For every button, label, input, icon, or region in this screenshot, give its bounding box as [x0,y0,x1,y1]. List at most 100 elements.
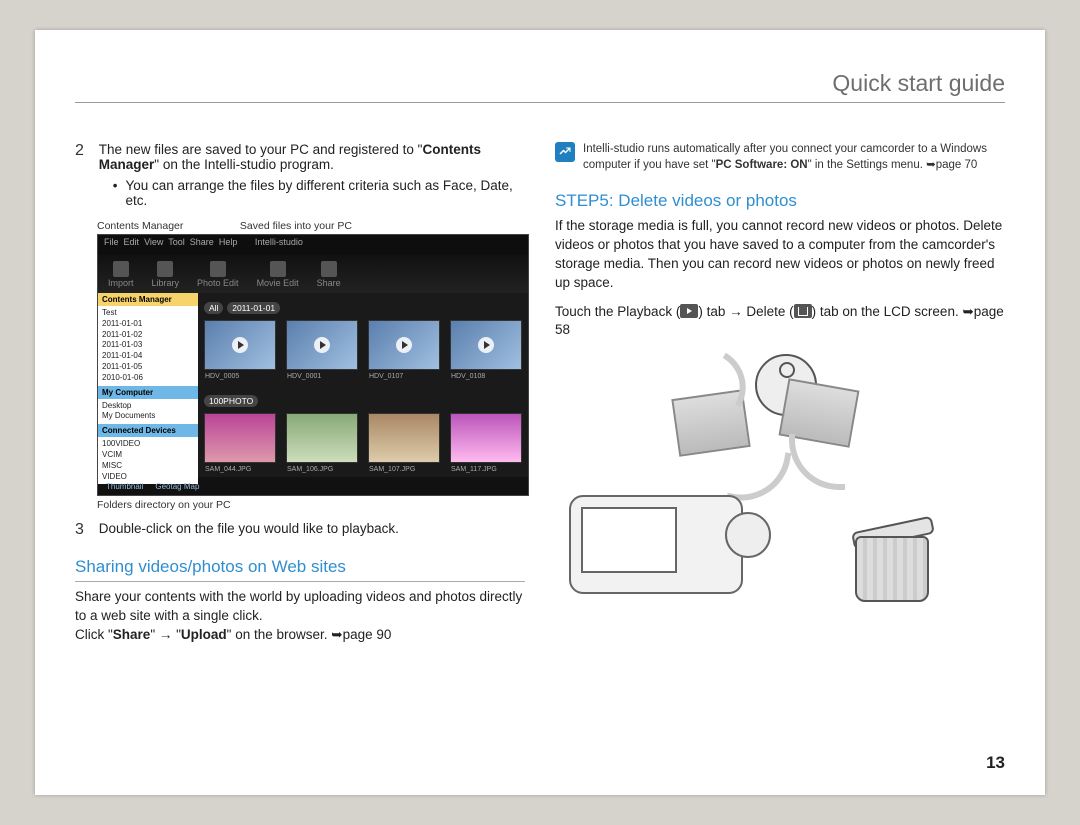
header-rule [75,102,1005,103]
right-column: Intelli-studio runs automatically after … [555,142,1005,765]
note-post: " in the Settings menu. ➥page 70 [808,159,978,171]
album-name: 100PHOTO [204,395,258,407]
step-3-text: Double-click on the file you would like … [99,521,525,536]
movie-edit-icon [270,261,286,277]
manual-page: Quick start guide 2 The new files are sa… [35,30,1045,795]
delete-tab-icon [794,304,812,318]
app-menubar: File Edit View Tool Share Help Intelli-s… [98,235,528,255]
tree-dev: 100VIDEO VCIM MISC VIDEO [98,437,198,484]
intelli-studio-screenshot: File Edit View Tool Share Help Intelli-s… [97,234,529,496]
crumb-all: All [204,302,223,314]
library-icon [157,261,173,277]
caption-contents-manager: Contents Manager [97,220,237,232]
camcorder-screen-icon [581,507,677,573]
step5-p1: If the storage media is full, you cannot… [555,217,1005,293]
tree-date1: 2011-01-02 [102,330,194,341]
sharing-para: Share your contents with the world by up… [75,588,525,645]
tree-dev1: VCIM [102,450,194,461]
video-row: HDV_0005 HDV_0001 HDV_0107 HDV_0108 [204,320,522,370]
menu-view: View [144,237,163,247]
photo-row: SAM_044.JPG SAM_106.JPG SAM_107.JPG SAM_… [204,413,522,463]
playback-tab-icon [680,304,698,318]
thumb-photo-1: SAM_106.JPG [286,413,358,463]
thumb-photo-2: SAM_107.JPG [368,413,440,463]
tree-date0: 2011-01-01 [102,319,194,330]
camcorder-icon [569,495,743,594]
sharing-p1: Share your contents with the world by up… [75,589,522,623]
step-number-2: 2 [75,142,95,160]
tree-date3: 2011-01-04 [102,351,194,362]
tree-date5: 2010-01-06 [102,373,194,384]
caption-folders: Folders directory on your PC [97,499,525,511]
panel-devices: Connected Devices [98,424,198,437]
app-main: Contents Manager Test 2011-01-01 2011-01… [98,293,528,477]
thumb-video-0: HDV_0005 [204,320,276,370]
flow-arrow-icon-3 [789,434,845,490]
step-2-bullet: You can arrange the files by different c… [113,178,525,208]
app-gallery: All 2011-01-01 HDV_0005 HDV_0001 HDV_010… [198,293,528,477]
sharing-click: Click " [75,627,113,642]
trash-can-icon [855,514,933,602]
tree-date2: 2011-01-03 [102,340,194,351]
content-columns: 2 The new files are saved to your PC and… [75,142,1005,765]
touch-mid: ) tab → Delete ( [698,304,793,319]
menu-help: Help [219,237,238,247]
thumb-video-2: HDV_0107 [368,320,440,370]
toolbar-library: Library [152,261,180,288]
menu-edit: Edit [124,237,140,247]
panel-contents: Contents Manager [98,293,198,306]
toolbar-share: Share [317,261,341,288]
caption-saved-files: Saved files into your PC [240,220,352,232]
heading-sharing: Sharing videos/photos on Web sites [75,557,525,582]
thumb-video-3: HDV_0108 [450,320,522,370]
app-toolbar: Import Library Photo Edit Movie Edit Sha… [98,255,528,293]
tree-contents: Test 2011-01-01 2011-01-02 2011-01-03 20… [98,306,198,386]
tree-dev0: 100VIDEO [102,439,194,450]
toolbar-import: Import [108,261,134,288]
step-number-3: 3 [75,521,95,539]
page-title: Quick start guide [832,70,1005,97]
note-bold: PC Software: ON [716,159,808,171]
menu-tool: Tool [168,237,185,247]
photo-edit-icon [210,261,226,277]
tree-date4: 2011-01-05 [102,362,194,373]
thumb-video-1: HDV_0001 [286,320,358,370]
page-number: 13 [986,753,1005,773]
step-2: 2 The new files are saved to your PC and… [75,142,525,208]
thumb-photo-0: SAM_044.JPG [204,413,276,463]
left-column: 2 The new files are saved to your PC and… [75,142,525,765]
step-3: 3 Double-click on the file you would lik… [75,521,525,539]
heading-step5: STEP5: Delete videos or photos [555,191,1005,211]
menu-file: File [104,237,119,247]
tree-dev2: MISC [102,461,194,472]
trash-body-icon [855,536,929,602]
share-icon [321,261,337,277]
delete-illustration [555,354,945,602]
step5-touch: Touch the Playback () tab → Delete () ta… [555,303,1005,341]
crumb-date: 2011-01-01 [227,302,280,314]
step-2-text-pre: The new files are saved to your PC and r… [99,142,423,157]
sharing-share: Share [113,627,151,642]
tree-desktop: Desktop [102,401,194,412]
step-2-body: The new files are saved to your PC and r… [99,142,525,208]
screenshot-top-captions: Contents Manager Saved files into your P… [97,220,525,232]
note-icon [555,142,575,162]
touch-pre: Touch the Playback ( [555,304,680,319]
thumb-photo-3: SAM_117.JPG [450,413,522,463]
sharing-arrow: " → " [150,627,181,642]
app-sidebar: Contents Manager Test 2011-01-01 2011-01… [98,293,198,477]
foot-geo: Geotag Map [155,482,199,491]
tree-root: Test [102,308,194,319]
sharing-upload: Upload [181,627,227,642]
panel-mypc: My Computer [98,386,198,399]
app-title: Intelli-studio [255,237,303,247]
tree-pc: Desktop My Documents [98,399,198,425]
toolbar-photo-edit: Photo Edit [197,261,239,288]
toolbar-movie-edit: Movie Edit [257,261,299,288]
import-icon [113,261,129,277]
menu-share: Share [190,237,214,247]
note-box: Intelli-studio runs automatically after … [555,142,1005,173]
note-text: Intelli-studio runs automatically after … [583,142,1005,173]
foot-thumb: Thumbnail [106,482,143,491]
step-2-text-mid: " on the Intelli-studio program. [154,157,334,172]
